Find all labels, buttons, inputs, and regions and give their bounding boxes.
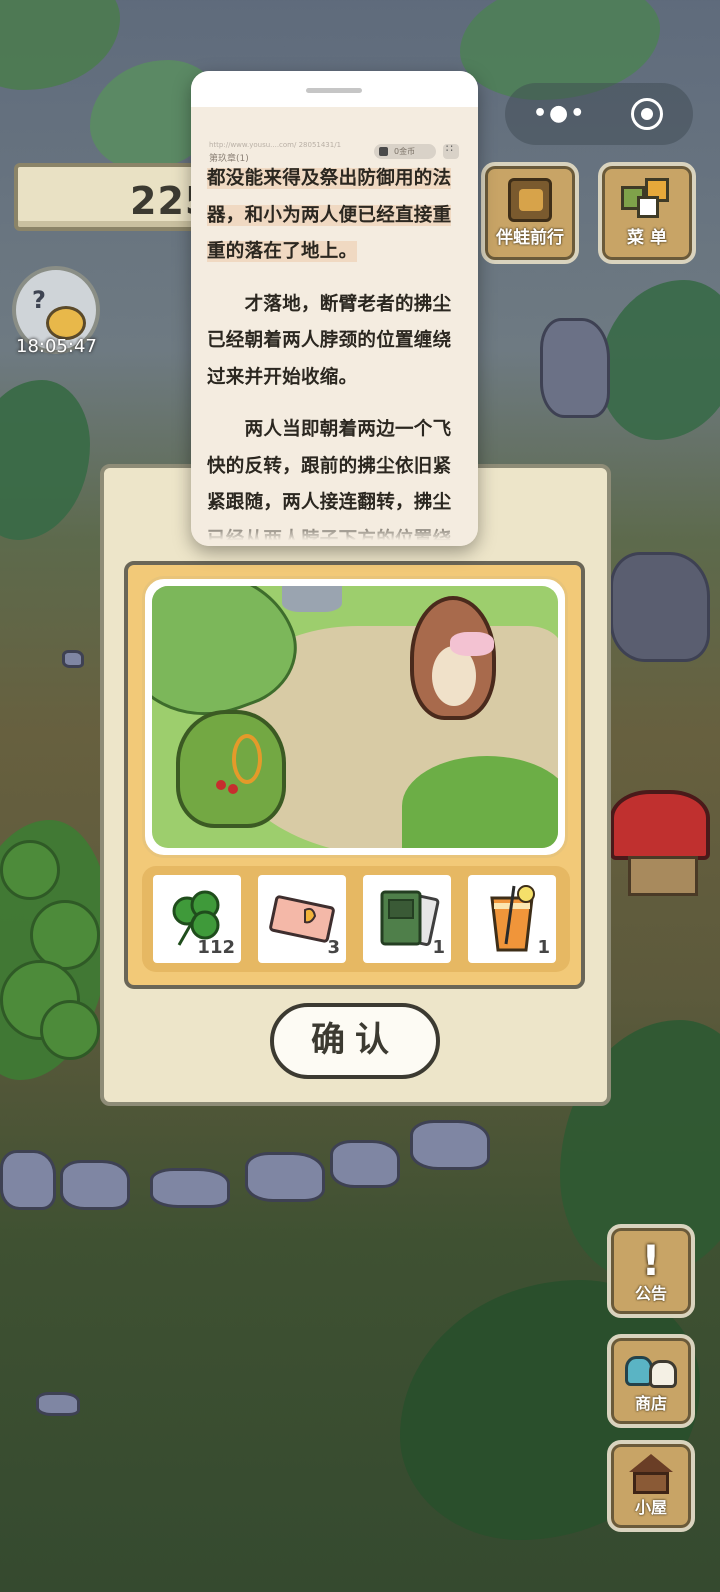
item-quantity: 3	[327, 937, 340, 958]
paragraph: 才落地，断臂老者的拂尘已经朝着两人脖颈的位置缠绕过来并开始收缩。	[207, 293, 452, 388]
novel-reader-popup[interactable]: http://www.yousu....com/ 28051431/1 第玖章(…	[191, 71, 478, 546]
reward-item-drink[interactable]: 1	[468, 875, 556, 963]
menu-label: 菜 单	[627, 228, 667, 248]
paragraph: 都没能来得及祭出防御用的法器，和小为两人便已经直接重重的落在了地上。	[207, 168, 452, 262]
notice-label: 公告	[634, 1284, 667, 1303]
exclamation-icon: !	[641, 1236, 661, 1285]
house-icon	[621, 1454, 681, 1496]
confirm-button[interactable]: 确认	[270, 1003, 440, 1079]
drag-handle[interactable]	[306, 88, 362, 93]
question-icon: ?	[32, 286, 46, 314]
reader-header	[191, 71, 478, 107]
reward-item-clover[interactable]: 112	[153, 875, 241, 963]
close-target-icon[interactable]	[631, 98, 663, 130]
item-quantity: 112	[197, 937, 235, 958]
more-icon[interactable]: •●•	[533, 101, 586, 126]
book-icon	[380, 890, 440, 946]
clover-score-box: 225	[14, 163, 211, 231]
bird-icon	[46, 306, 86, 340]
menu-cards-icon	[619, 178, 675, 222]
companion-label: 伴蛙前行	[496, 228, 564, 248]
text-fade	[191, 518, 478, 546]
chapter-body: 都没能来得及祭出防御用的法器，和小为两人便已经直接重重的落在了地上。 才落地，断…	[207, 161, 465, 546]
coin-badge[interactable]: 0金币	[374, 144, 436, 159]
house-label: 小屋	[634, 1498, 667, 1517]
shop-button[interactable]: 商店	[607, 1334, 695, 1428]
frog-squirrel-illustration	[152, 586, 558, 848]
drink-icon	[490, 885, 535, 952]
notice-button[interactable]: ! 公告	[607, 1224, 695, 1318]
shop-label: 商店	[634, 1394, 667, 1413]
squirrel-icon	[410, 596, 552, 722]
item-quantity: 1	[537, 937, 550, 958]
reader-url: http://www.yousu....com/ 28051431/1	[209, 141, 342, 149]
menu-button[interactable]: 菜 单	[598, 162, 696, 264]
reward-item-ticket[interactable]: 3	[258, 875, 346, 963]
house-button[interactable]: 小屋	[607, 1440, 695, 1532]
frog-book-icon	[508, 178, 552, 222]
companion-button[interactable]: 伴蛙前行	[481, 162, 579, 264]
reward-item-book[interactable]: 1	[363, 875, 451, 963]
item-quantity: 1	[432, 937, 445, 958]
shop-bags-icon	[621, 1350, 681, 1390]
miniprogram-capsule: •●•	[505, 83, 693, 145]
clock-time: 18:05:47	[16, 336, 97, 357]
frog-icon	[176, 710, 286, 828]
grid-menu-icon[interactable]	[443, 142, 459, 159]
